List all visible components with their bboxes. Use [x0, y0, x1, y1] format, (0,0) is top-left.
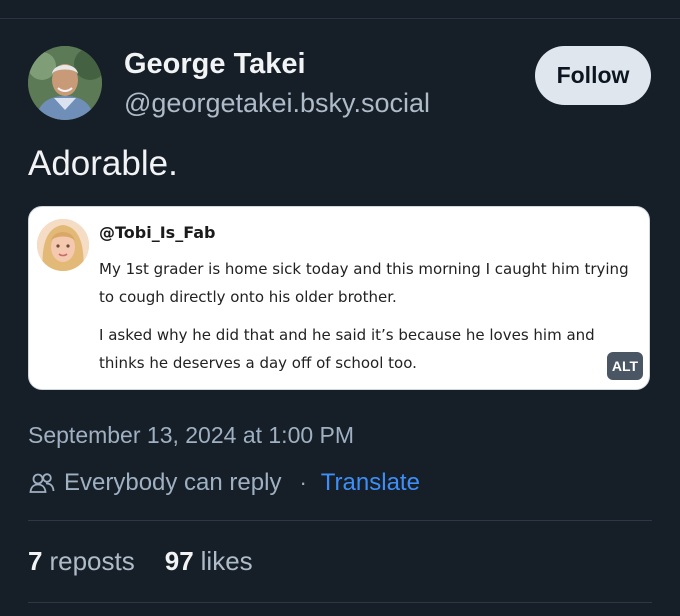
author-avatar[interactable]	[28, 46, 102, 120]
reposts-label: reposts	[49, 546, 135, 576]
follow-button[interactable]: Follow	[535, 46, 651, 105]
divider	[28, 602, 652, 603]
top-divider	[0, 18, 680, 19]
post-text: Adorable.	[28, 144, 178, 183]
likes-label: likes	[200, 546, 253, 576]
post-stats: 7 reposts 97 likes	[28, 546, 253, 577]
likes-stat[interactable]: 97 likes	[165, 546, 253, 577]
reply-settings-row: Everybody can reply · Translate	[28, 466, 420, 500]
reposts-count: 7	[28, 546, 43, 576]
people-icon	[28, 469, 56, 497]
embed-paragraph: I asked why he did that and he said it’s…	[99, 326, 595, 372]
translate-link[interactable]: Translate	[321, 469, 420, 497]
reposts-stat[interactable]: 7 reposts	[28, 546, 135, 577]
alt-text-badge[interactable]: ALT	[607, 352, 643, 380]
separator-dot: ·	[299, 470, 307, 495]
embed-paragraph: My 1st grader is home sick today and thi…	[99, 260, 629, 306]
embed-avatar	[37, 219, 89, 271]
author-display-name[interactable]: George Takei	[124, 48, 306, 81]
divider	[28, 520, 652, 521]
likes-count: 97	[164, 546, 194, 576]
post-timestamp: September 13, 2024 at 1:00 PM	[28, 422, 355, 448]
avatar-photo-icon	[28, 46, 102, 120]
reply-setting-label: Everybody can reply	[64, 469, 282, 496]
embed-avatar-photo-icon	[37, 219, 89, 271]
author-handle[interactable]: @georgetakei.bsky.social	[124, 88, 430, 119]
embed-handle: @Tobi_Is_Fab	[99, 223, 216, 242]
embedded-image-card[interactable]: @Tobi_Is_Fab My 1st grader is home sick …	[28, 206, 650, 390]
